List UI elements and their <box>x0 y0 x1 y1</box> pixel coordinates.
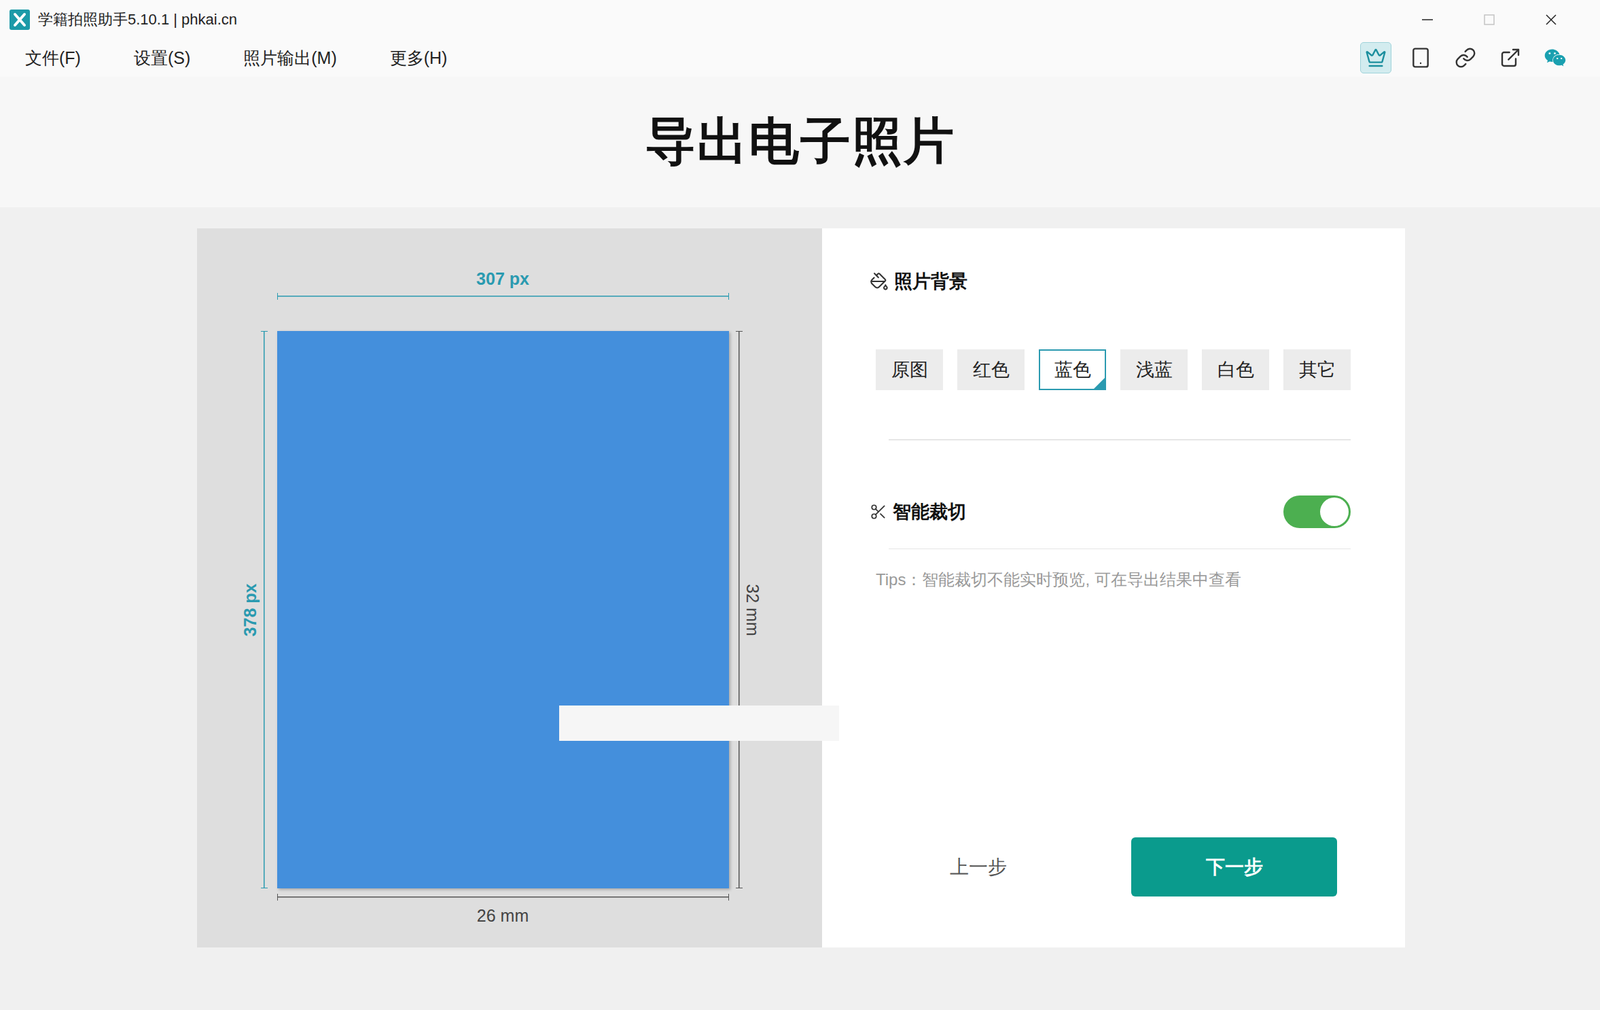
smart-crop-row: 智能裁切 <box>869 495 1351 528</box>
preview-panel: 307 px 378 px 32 mm 26 mm <box>197 228 823 948</box>
app-logo-icon <box>9 9 30 30</box>
toolbar <box>1360 42 1571 74</box>
app-window: 学籍拍照助手5.10.1 | phkai.cn 文件(F) 设置(S) 照片输出(M)… <box>0 0 1600 1010</box>
scissors-icon <box>869 502 888 521</box>
background-section-title: 照片背景 <box>869 269 1351 294</box>
toolbar-button[interactable] <box>1494 42 1526 74</box>
wechat-icon <box>1544 46 1567 69</box>
height-px-label-box: 378 px <box>240 330 261 888</box>
smart-crop-title: 智能裁切 <box>869 499 967 524</box>
share-icon <box>1499 46 1522 69</box>
background-option[interactable]: 蓝色 <box>1038 349 1107 390</box>
crown-icon <box>1364 46 1387 69</box>
height-mm-label: 32 mm <box>742 583 763 636</box>
title-bar: 学籍拍照助手5.10.1 | phkai.cn <box>0 0 1600 39</box>
link-icon <box>1454 46 1477 69</box>
close-button[interactable] <box>1519 0 1582 39</box>
height-px-dimension: 378 px <box>229 330 278 888</box>
toolbar-button[interactable] <box>1449 42 1482 74</box>
height-px-label: 378 px <box>240 582 261 636</box>
photo-dimensions: 307 px 378 px 32 mm 26 mm <box>229 269 777 948</box>
width-px-dimension: 307 px <box>277 269 730 331</box>
selected-corner-mark <box>1093 377 1105 389</box>
tooltip-box <box>559 705 840 741</box>
window-controls <box>1396 0 1600 39</box>
divider <box>888 438 1351 441</box>
width-mm-label: 26 mm <box>277 905 730 926</box>
maximize-icon <box>1482 12 1497 27</box>
menu-item[interactable]: 更多(H) <box>389 46 448 70</box>
minimize-button[interactable] <box>1396 0 1459 39</box>
smart-crop-toggle[interactable] <box>1283 495 1351 528</box>
photo-preview <box>277 330 730 888</box>
export-card: 307 px 378 px 32 mm 26 mm 照片背景原图红色蓝色浅蓝白色其它智能… <box>197 228 1406 948</box>
page-title: 导出电子照片 <box>645 108 956 176</box>
paint-bucket-icon <box>869 271 889 291</box>
toolbar-button[interactable] <box>1539 42 1571 74</box>
menu-item[interactable]: 文件(F) <box>25 46 81 70</box>
menu-item[interactable]: 照片输出(M) <box>243 46 337 70</box>
page-header: 导出电子照片 <box>0 76 1600 208</box>
settings-panel: 照片背景原图红色蓝色浅蓝白色其它智能裁切 Tips：智能裁切不能实时预览, 可在导… <box>822 228 1406 948</box>
close-icon <box>1544 12 1558 27</box>
toolbar-button[interactable] <box>1405 42 1437 74</box>
next-button[interactable]: 下一步 <box>1131 837 1338 897</box>
width-mm-dimension: 26 mm <box>277 887 730 948</box>
toggle-knob <box>1320 497 1349 526</box>
background-option[interactable]: 浅蓝 <box>1120 349 1188 390</box>
height-mm-line <box>735 330 743 888</box>
maximize-button <box>1458 0 1520 39</box>
width-px-label: 307 px <box>277 269 730 289</box>
height-mm-label-box: 32 mm <box>742 330 763 888</box>
button-row: 上一步 下一步 <box>869 837 1351 897</box>
minimize-icon <box>1420 12 1435 27</box>
menu-bar: 文件(F) 设置(S) 照片输出(M) 更多(H) <box>0 38 1600 77</box>
main-area: 307 px 378 px 32 mm 26 mm 照片背景原图红色蓝色浅蓝白色其它智能… <box>0 207 1600 1010</box>
background-option[interactable]: 原图 <box>875 349 944 390</box>
background-option[interactable]: 其它 <box>1283 349 1351 390</box>
width-px-line <box>277 292 730 300</box>
menu-item[interactable]: 设置(S) <box>133 46 191 70</box>
divider <box>888 548 1351 550</box>
background-options: 原图红色蓝色浅蓝白色其它 <box>875 349 1351 390</box>
background-option[interactable]: 白色 <box>1201 349 1270 390</box>
tips-text: Tips：智能裁切不能实时预览, 可在导出结果中查看 <box>875 568 1351 591</box>
tablet-icon <box>1409 46 1432 69</box>
previous-button[interactable]: 上一步 <box>896 837 1060 897</box>
window-title: 学籍拍照助手5.10.1 | phkai.cn <box>38 9 238 30</box>
background-option[interactable]: 红色 <box>957 349 1025 390</box>
height-mm-dimension: 32 mm <box>729 330 777 888</box>
toolbar-button[interactable] <box>1360 42 1392 74</box>
width-mm-line <box>277 893 730 901</box>
height-px-line <box>260 330 268 888</box>
